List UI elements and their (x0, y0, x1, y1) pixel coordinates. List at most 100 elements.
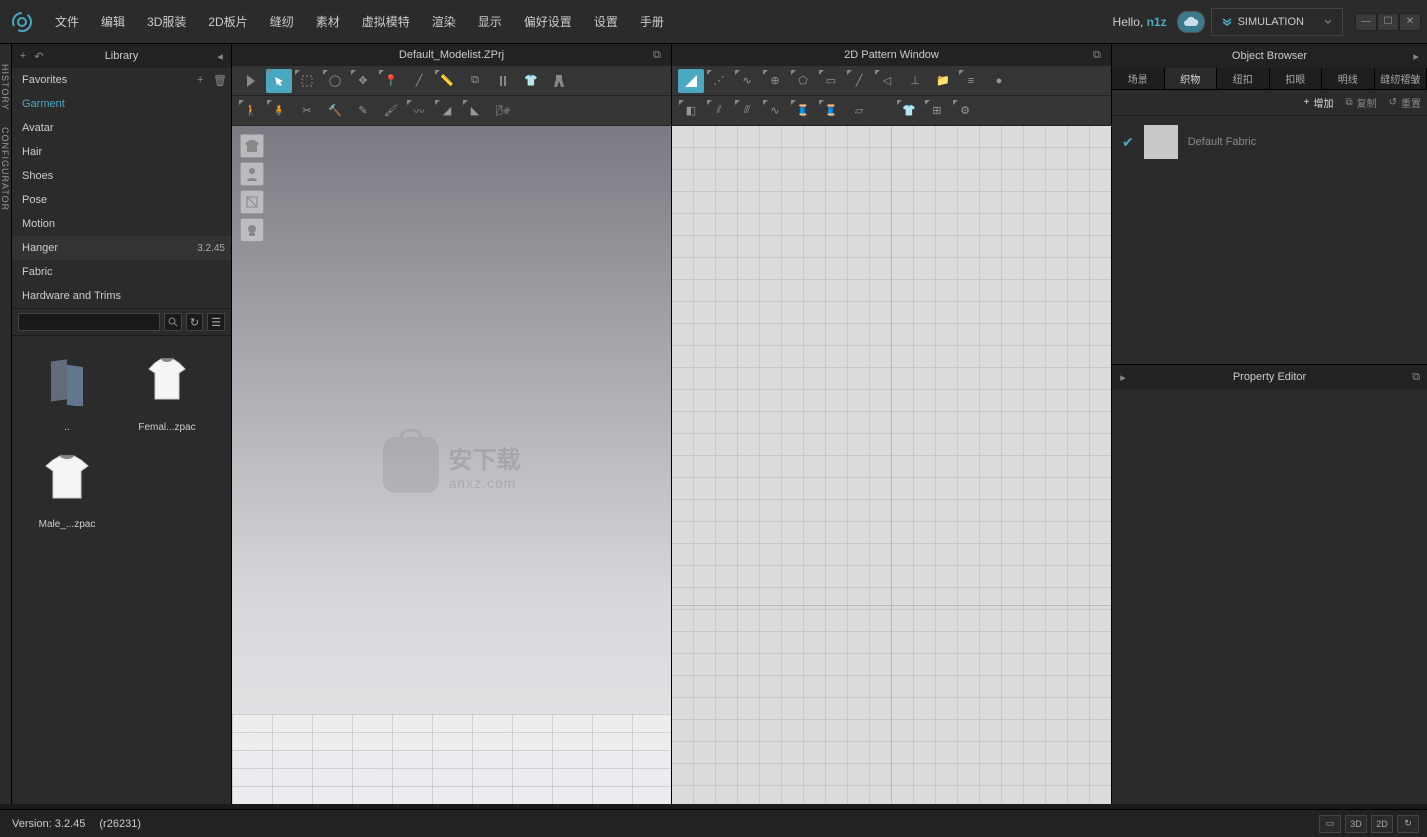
3d-viewport[interactable]: 安下载 anxz.com (232, 126, 671, 804)
menu-file[interactable]: 文件 (44, 0, 90, 44)
plus-icon[interactable]: + (197, 74, 209, 86)
tab-scene[interactable]: 场景 (1112, 68, 1165, 89)
edit-pattern-icon[interactable] (678, 69, 704, 93)
thumb-female-tshirt[interactable]: Femal...zpac (122, 346, 212, 433)
menu-preferences[interactable]: 偏好设置 (513, 0, 583, 44)
window-maximize-button[interactable]: ☐ (1377, 13, 1399, 31)
menu-avatar[interactable]: 虚拟模特 (351, 0, 421, 44)
free-sew-icon[interactable]: ∿ (762, 99, 788, 123)
settings-icon[interactable]: ⚙ (952, 99, 978, 123)
wind-icon[interactable]: 🌬 (490, 99, 516, 123)
brush-icon[interactable]: 🖌 (378, 99, 404, 123)
fabric-swatch[interactable] (1144, 125, 1178, 159)
pants-icon[interactable] (546, 69, 572, 93)
lib-motion[interactable]: Motion (12, 212, 231, 236)
pin-icon[interactable]: 📍 (378, 69, 404, 93)
tab-configurator[interactable]: CONFIGURATOR (0, 119, 11, 219)
collapse-icon[interactable]: ▸ (1409, 49, 1423, 63)
library-add-icon[interactable]: + (16, 49, 30, 63)
polygon-icon[interactable]: ⬠ (790, 69, 816, 93)
list-view-icon[interactable]: ☰ (207, 313, 225, 331)
sewing-machine-icon[interactable]: 🧵 (790, 99, 816, 123)
view-split-icon[interactable]: ▭ (1319, 815, 1341, 833)
lib-garment[interactable]: Garment (12, 92, 231, 116)
menu-edit[interactable]: 编辑 (90, 0, 136, 44)
dart-icon[interactable]: ◁ (874, 69, 900, 93)
view-avatar-icon[interactable] (240, 162, 264, 186)
seam-icon[interactable]: ≡ (958, 69, 984, 93)
grading-icon[interactable]: ⊞ (924, 99, 950, 123)
folder-icon[interactable]: 📁 (930, 69, 956, 93)
check-icon[interactable]: ✔ (1122, 134, 1134, 151)
view-3d-button[interactable]: 3D (1345, 815, 1367, 833)
view-2d-button[interactable]: 2D (1371, 815, 1393, 833)
menu-3d-garment[interactable]: 3D服装 (136, 0, 197, 44)
2d-viewport[interactable] (672, 126, 1111, 804)
view-flat-icon[interactable] (240, 190, 264, 214)
box-select-icon[interactable] (294, 69, 320, 93)
view-garment-icon[interactable] (240, 134, 264, 158)
move-icon[interactable]: ✥ (350, 69, 376, 93)
popout-icon[interactable]: ⧉ (1093, 49, 1105, 61)
shirt-icon[interactable]: 👕 (896, 99, 922, 123)
tab-buttonhole[interactable]: 扣眼 (1270, 68, 1323, 89)
undo-icon[interactable]: ↶ (32, 49, 46, 63)
tab-pucker[interactable]: 缝纫褶皱 (1375, 68, 1427, 89)
menu-render[interactable]: 渲染 (421, 0, 467, 44)
fold-icon[interactable]: ◢ (434, 99, 460, 123)
hammer-icon[interactable]: 🔨 (322, 99, 348, 123)
pin-icon[interactable]: ▸ (1116, 370, 1130, 384)
rect-icon[interactable]: ▭ (818, 69, 844, 93)
fabric-row[interactable]: ✔ Default Fabric (1118, 122, 1421, 162)
sewing-machine2-icon[interactable]: 🧵 (818, 99, 844, 123)
lasso-icon[interactable]: ◯ (322, 69, 348, 93)
fold2-icon[interactable]: ◣ (462, 99, 488, 123)
thumb-up-folder[interactable]: .. (22, 346, 112, 433)
trash-icon[interactable]: 🗑 (213, 74, 225, 86)
simulate-icon[interactable] (238, 69, 264, 93)
scissors-icon[interactable]: ✂ (294, 99, 320, 123)
action-copy[interactable]: ⧉ 复制 (1345, 95, 1376, 110)
circle-icon[interactable]: ● (986, 69, 1012, 93)
menu-sewing[interactable]: 缝纫 (259, 0, 305, 44)
menu-display[interactable]: 显示 (467, 0, 513, 44)
lib-hardware[interactable]: Hardware and Trims (12, 284, 231, 308)
refresh-icon[interactable]: ↻ (186, 313, 204, 331)
tape-icon[interactable]: ⧉ (462, 69, 488, 93)
tab-topstitch[interactable]: 明线 (1322, 68, 1375, 89)
point-icon[interactable]: ⋰ (706, 69, 732, 93)
menu-settings[interactable]: 设置 (583, 0, 629, 44)
notch-icon[interactable]: ⊥ (902, 69, 928, 93)
thumb-male-tshirt[interactable]: Male_...zpac (22, 443, 112, 530)
tab-fabric[interactable]: 织物 (1165, 68, 1218, 89)
popout-icon[interactable]: ⧉ (1409, 370, 1423, 384)
popout-icon[interactable]: ⧉ (653, 49, 665, 61)
lib-fabric[interactable]: Fabric (12, 260, 231, 284)
window-minimize-button[interactable]: — (1355, 13, 1377, 31)
lib-shoes[interactable]: Shoes (12, 164, 231, 188)
internal-line-icon[interactable]: ╱ (846, 69, 872, 93)
select-icon[interactable] (266, 69, 292, 93)
zipper-icon[interactable] (490, 69, 516, 93)
line-icon[interactable]: ╱ (406, 69, 432, 93)
iron-icon[interactable]: ▱ (846, 99, 872, 123)
action-reset[interactable]: ↺ 重置 (1389, 95, 1421, 110)
window-close-button[interactable]: ✕ (1399, 13, 1421, 31)
lib-hanger[interactable]: Hanger3.2.45 (12, 236, 231, 260)
simulation-button[interactable]: SIMULATION (1211, 8, 1343, 36)
curve-icon[interactable]: 〰 (406, 99, 432, 123)
avatar-walk-icon[interactable]: 🚶 (238, 99, 264, 123)
avatar-pose-icon[interactable]: 🧍 (266, 99, 292, 123)
sew-select-icon[interactable]: ⫽ (706, 99, 732, 123)
search-input[interactable] (18, 313, 160, 331)
collapse-icon[interactable]: ◂ (213, 49, 227, 63)
lib-pose[interactable]: Pose (12, 188, 231, 212)
tab-history[interactable]: HISTORY (0, 56, 11, 119)
action-add[interactable]: + 增加 (1304, 95, 1334, 110)
menu-2d-pattern[interactable]: 2D板片 (197, 0, 258, 44)
search-icon[interactable] (164, 313, 182, 331)
add-point-icon[interactable]: ⊕ (762, 69, 788, 93)
curve-point-icon[interactable]: ∿ (734, 69, 760, 93)
lib-hair[interactable]: Hair (12, 140, 231, 164)
segment-sew-icon[interactable]: ⫻ (734, 99, 760, 123)
